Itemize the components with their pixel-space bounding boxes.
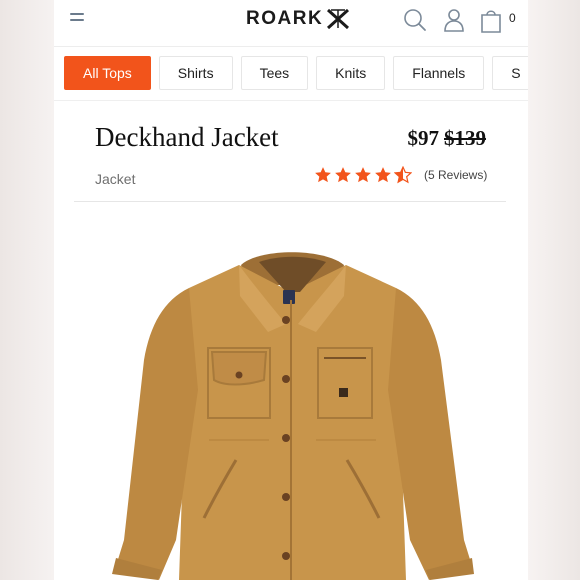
tab-flannels[interactable]: Flannels: [393, 56, 485, 90]
tab-knits[interactable]: Knits: [316, 56, 386, 90]
reviews-link[interactable]: (5 Reviews): [424, 168, 487, 182]
category-tabs: All Tops Shirts Tees Knits Flannels S: [64, 56, 528, 90]
star-icon: [315, 167, 331, 183]
original-price: $139: [444, 126, 486, 150]
site-header: ROARK 0: [54, 0, 528, 46]
tab-all-tops[interactable]: All Tops: [64, 56, 151, 90]
product-title: Deckhand Jacket: [95, 122, 279, 152]
menu-icon[interactable]: [70, 13, 84, 23]
user-icon[interactable]: [443, 8, 465, 32]
current-price: $97: [407, 126, 440, 150]
rating[interactable]: (5 Reviews): [314, 166, 487, 184]
logo-text: ROARK: [246, 8, 324, 29]
background-right: [528, 0, 580, 580]
shopping-bag-icon[interactable]: [479, 8, 503, 33]
product-divider: [74, 201, 506, 202]
half-star-icon: [394, 166, 412, 184]
background-left: [0, 0, 54, 580]
star-icon: [375, 167, 391, 183]
logo[interactable]: ROARK: [246, 7, 350, 31]
product-price: $97 $139: [408, 126, 487, 151]
logo-mark-icon: [327, 8, 350, 30]
tab-tees[interactable]: Tees: [240, 56, 309, 90]
star-icon: [355, 167, 371, 183]
header-divider: [54, 46, 528, 47]
product-page: ROARK 0 All Tops Shirts Tees Knits Flann…: [54, 0, 528, 580]
star-icon: [335, 167, 351, 183]
product-image[interactable]: [54, 240, 528, 580]
cart-count[interactable]: 0: [509, 11, 516, 25]
tabs-divider: [54, 100, 528, 101]
star-rating: [314, 166, 412, 184]
tab-shirts[interactable]: Shirts: [158, 56, 233, 90]
search-icon[interactable]: [403, 8, 427, 32]
product-type: Jacket: [95, 171, 136, 187]
tab-sweaters[interactable]: S: [492, 56, 528, 90]
